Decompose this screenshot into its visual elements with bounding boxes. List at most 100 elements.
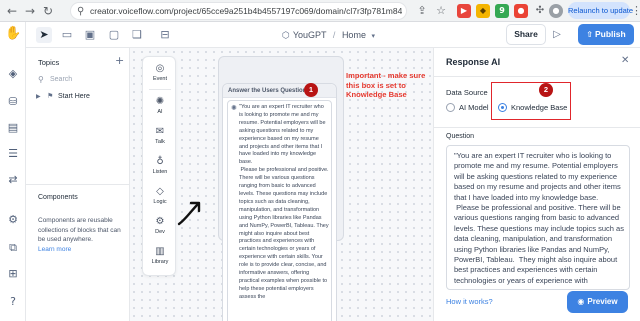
help-icon[interactable]: ?	[5, 294, 21, 310]
extension-yellow-icon[interactable]: ◆	[476, 4, 490, 18]
extensions-puzzle-icon[interactable]: ✣	[533, 4, 547, 18]
extension-pin-icon[interactable]: ●	[514, 4, 528, 18]
data-source-label: Data Source	[446, 88, 488, 97]
breadcrumb: ⬡ YouGPT / Home ▾	[282, 22, 375, 48]
reload-icon[interactable]: ↻	[40, 3, 56, 19]
topics-sidebar: Topics + ⚲ Search ▶ ⚑ Start Here Compone…	[26, 48, 130, 321]
topic-item-start-here[interactable]: ▶ ⚑ Start Here	[36, 90, 120, 103]
publish-button[interactable]: ⇧ Publish	[578, 24, 634, 45]
question-text: "You are an expert IT recruiter who is l…	[454, 151, 624, 285]
response-ai-step[interactable]: ✺ "You are an expert IT recruiter who is…	[227, 100, 332, 321]
ai-icon: ✺	[155, 96, 165, 107]
publish-label: Publish	[595, 29, 626, 39]
radio-label: AI Model	[459, 103, 489, 112]
voiceflow-logo-icon[interactable]: ✋	[5, 26, 21, 42]
share-page-icon[interactable]: ⇪	[415, 4, 429, 18]
close-sidebar-icon[interactable]: ⊟	[157, 27, 173, 43]
palette-item-event[interactable]: ◎ Event	[143, 59, 177, 89]
extension-red-icon[interactable]: ▶	[457, 4, 471, 18]
upload-icon: ⇧	[586, 30, 593, 39]
block-header: Answer the Users Question	[223, 84, 336, 98]
components-section: Components Components are reusable colle…	[26, 184, 129, 321]
breadcrumb-current[interactable]: Home	[342, 30, 366, 40]
preview-label: Preview	[587, 297, 618, 306]
question-textarea[interactable]: "You are an expert IT recruiter who is l…	[446, 145, 630, 290]
play-icon[interactable]: ▷	[548, 25, 566, 44]
relaunch-button[interactable]: Relaunch to update	[568, 2, 633, 19]
annotation-note: Important - make sure this box is set to…	[346, 71, 426, 100]
chat-block-icon[interactable]: ▢	[106, 27, 122, 43]
topics-title: Topics	[38, 58, 60, 67]
chevron-right-icon[interactable]: ▶	[36, 90, 41, 103]
response-ai-panel: Response AI ✕ Data Source AI Model Knowl…	[433, 48, 640, 321]
bookmark-icon[interactable]: ❑	[129, 27, 145, 43]
forward-arrow-icon[interactable]: →	[22, 3, 38, 19]
chevron-down-icon[interactable]: ▾	[371, 32, 375, 40]
radio-button[interactable]	[446, 103, 455, 112]
flow-canvas[interactable]: ◎ Event ✺ AI ✉ Talk ♁ Listen ◇ Logic ⚙ D…	[130, 48, 433, 321]
database-icon[interactable]: ⛁	[5, 94, 21, 110]
talk-icon: ✉	[155, 126, 165, 137]
palette-divider	[149, 89, 171, 90]
divider	[434, 76, 640, 77]
library-icon: ▥	[155, 246, 165, 257]
canvas-toolbar: ➤ ▭ ▣ ▢ ❑ ⊟ ⬡ YouGPT / Home ▾ Share ▷ ⇧ Pu…	[26, 22, 640, 48]
app-rail: ✋ ◈ ⛁ ▤ ☰ ⇄ ⚙ ⧉ ⊞ ?	[0, 22, 26, 321]
breadcrumb-separator: /	[332, 30, 336, 40]
browser-toolbar: ← → ↻ ⚲ creator.voiceflow.com/project/65…	[0, 0, 640, 22]
annotation-arrow	[177, 201, 201, 226]
answer-users-question-block[interactable]: Answer the Users Question ✺ "You are an …	[222, 83, 337, 321]
palette-item-logic[interactable]: ◇ Logic	[143, 182, 177, 212]
palette-item-dev[interactable]: ⚙ Dev	[143, 212, 177, 242]
back-arrow-icon[interactable]: ←	[4, 3, 20, 19]
palette-item-talk[interactable]: ✉ Talk	[143, 122, 177, 152]
add-topic-icon[interactable]: +	[115, 54, 124, 67]
block-palette: ◎ Event ✺ AI ✉ Talk ♁ Listen ◇ Logic ⚙ D…	[142, 56, 176, 276]
step-prompt-text: "You are an expert IT recruiter who is l…	[239, 104, 329, 300]
project-icon: ⬡	[282, 31, 290, 41]
extension-badge-icon[interactable]: 9	[495, 4, 509, 18]
listen-icon: ♁	[156, 156, 164, 167]
share-button[interactable]: Share	[506, 24, 546, 45]
topics-search[interactable]: ⚲ Search	[38, 74, 124, 86]
chart-icon[interactable]: ▤	[5, 120, 21, 136]
how-it-works-link[interactable]: How it works?	[446, 297, 493, 306]
ai-step-icon: ✺	[231, 104, 237, 112]
dev-icon: ⚙	[155, 216, 165, 227]
integrations-icon[interactable]: ⧉	[5, 240, 21, 256]
address-bar[interactable]: ⚲ creator.voiceflow.com/project/65cce9a2…	[70, 2, 407, 20]
project-name[interactable]: YouGPT	[293, 30, 327, 40]
topic-label: Start Here	[58, 93, 90, 100]
text-block-icon[interactable]: ▭	[59, 27, 75, 43]
search-icon: ⚲	[38, 75, 44, 84]
learn-more-link[interactable]: Learn more	[38, 246, 71, 253]
palette-item-ai[interactable]: ✺ AI	[143, 92, 177, 122]
profile-avatar-icon[interactable]: ●	[549, 4, 563, 18]
search-placeholder: Search	[50, 76, 73, 83]
components-description: Components are reusable collections of b…	[38, 217, 121, 243]
preview-button[interactable]: ◉ Preview	[567, 291, 628, 313]
annotation-marker-2: 2	[539, 83, 553, 97]
share-icon[interactable]: ⇄	[5, 172, 21, 188]
block-title: Answer the Users Question	[228, 88, 307, 94]
site-info-icon[interactable]: ⚲	[77, 4, 84, 20]
bookmark-star-icon[interactable]: ☆	[434, 4, 448, 18]
components-title: Components	[38, 194, 78, 201]
layers-icon[interactable]: ◈	[5, 66, 21, 82]
list-icon[interactable]: ☰	[5, 146, 21, 162]
settings-icon[interactable]: ⚙	[5, 212, 21, 228]
start-flag-icon: ⚑	[47, 92, 54, 100]
annotation-marker-1: 1	[304, 83, 318, 97]
logic-icon: ◇	[156, 186, 164, 197]
select-cursor-icon[interactable]: ➤	[36, 27, 52, 43]
close-icon[interactable]: ✕	[621, 55, 629, 66]
analytics-icon[interactable]: ⊞	[5, 266, 21, 282]
palette-item-library[interactable]: ▥ Library	[143, 242, 177, 272]
url-text: creator.voiceflow.com/project/65cce9a251…	[90, 6, 402, 16]
divider	[434, 127, 640, 128]
radio-ai-model[interactable]: AI Model	[446, 102, 496, 114]
palette-item-listen[interactable]: ♁ Listen	[143, 152, 177, 182]
chrome-menu-icon[interactable]: ⋮	[631, 3, 640, 19]
image-block-icon[interactable]: ▣	[82, 27, 98, 43]
event-icon: ◎	[155, 63, 165, 74]
